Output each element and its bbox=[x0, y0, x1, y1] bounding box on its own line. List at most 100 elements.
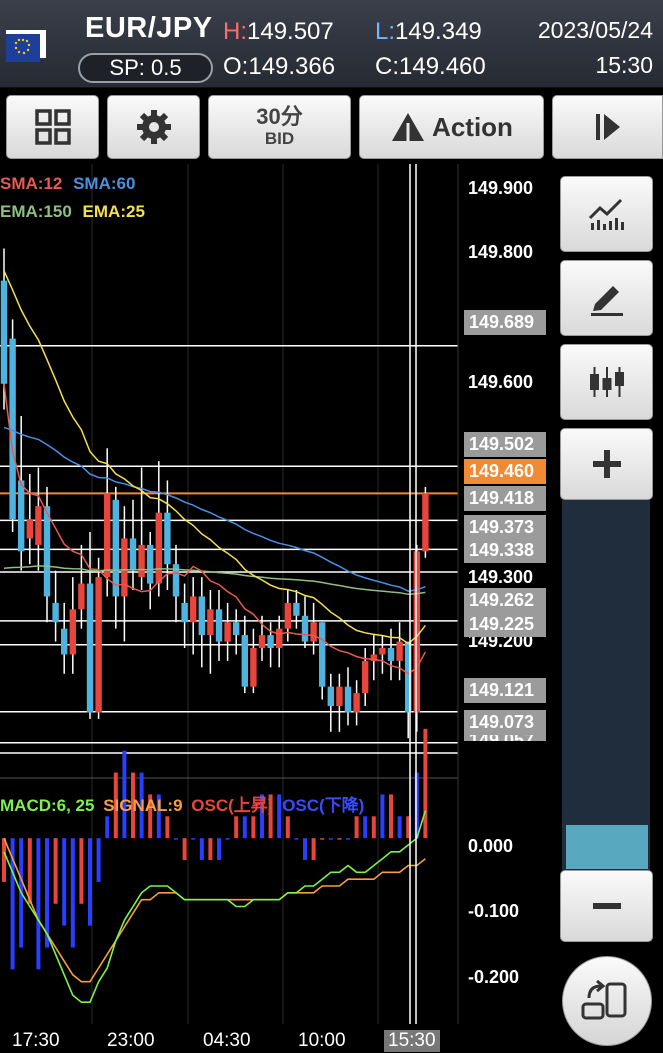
candle-body bbox=[327, 686, 334, 706]
candle-body bbox=[250, 648, 257, 687]
macd-osc-bar bbox=[62, 838, 67, 926]
macd-osc-bar bbox=[346, 838, 350, 840]
quote-header: EUR/JPY SP: 0.5 H:149.507 O:149.366 L:14… bbox=[0, 0, 663, 88]
price-line-tag[interactable]: 149.689 bbox=[464, 310, 546, 335]
close-price: C:149.460 bbox=[375, 53, 486, 81]
open-price: O:149.366 bbox=[223, 53, 335, 81]
line-chart-icon bbox=[588, 198, 624, 230]
current-price-tag: 149.460 bbox=[464, 459, 546, 484]
candle-body bbox=[0, 280, 8, 384]
gear-icon bbox=[136, 110, 171, 144]
macd-osc-bar bbox=[79, 838, 84, 904]
candle-body bbox=[112, 499, 119, 597]
ema150-line bbox=[3, 565, 426, 596]
macd-osc-bar bbox=[354, 816, 359, 839]
rotate-icon bbox=[581, 979, 627, 1020]
candle-body bbox=[344, 686, 352, 713]
candle-body bbox=[138, 544, 145, 578]
action-button[interactable]: Action bbox=[359, 95, 544, 159]
macd-line bbox=[3, 810, 427, 1003]
macd-osc-bar bbox=[389, 794, 393, 839]
macd-osc-bar bbox=[96, 838, 101, 882]
macd-osc-bar bbox=[423, 728, 428, 839]
candle-body bbox=[198, 596, 205, 636]
layout-button[interactable] bbox=[6, 95, 99, 159]
ma-legend-2: EMA:150 EMA:25 bbox=[0, 202, 145, 222]
high-value: 149.507 bbox=[247, 18, 334, 45]
candle-body bbox=[181, 602, 188, 623]
candle-body bbox=[301, 615, 309, 642]
price-line-tag[interactable]: 149.262 bbox=[464, 588, 546, 613]
candle-body bbox=[379, 648, 386, 655]
currency-pair-title[interactable]: EUR/JPY bbox=[85, 12, 213, 45]
candle-body bbox=[353, 693, 360, 713]
macd-osc-bar bbox=[2, 838, 6, 882]
time-axis-label: 04:30 bbox=[203, 1030, 251, 1051]
candle-body bbox=[276, 628, 283, 648]
price-line-tag[interactable]: 149.418 bbox=[464, 486, 546, 511]
candle-body bbox=[43, 506, 51, 597]
legend-macd: MACD:6, 25 bbox=[0, 796, 95, 815]
sma60-line bbox=[3, 426, 426, 592]
candle-body bbox=[422, 493, 429, 552]
price-axis-label: 149.800 bbox=[468, 242, 534, 262]
play-button[interactable] bbox=[552, 95, 663, 159]
chart-toolbar: 30分 BID Action bbox=[0, 88, 663, 164]
price-line-tag[interactable]: 149.225 bbox=[464, 612, 546, 637]
candle-body bbox=[258, 635, 266, 648]
macd-osc-bar bbox=[234, 816, 239, 839]
candle-body bbox=[267, 635, 274, 648]
candle-body bbox=[362, 660, 369, 694]
zoom-out-button[interactable] bbox=[560, 870, 653, 942]
macd-osc-bar bbox=[165, 816, 170, 839]
macd-osc-bar bbox=[311, 838, 316, 861]
quote-date: 2023/05/24 bbox=[537, 17, 653, 43]
zoom-slider-track[interactable] bbox=[562, 500, 650, 870]
candle-body bbox=[293, 602, 300, 616]
candle-body bbox=[26, 519, 33, 539]
timeframe-label: 30分 bbox=[256, 104, 303, 129]
macd-osc-bar bbox=[191, 838, 196, 840]
rotate-screen-button[interactable] bbox=[562, 956, 652, 1046]
candle-body bbox=[52, 602, 59, 623]
price-line-tag[interactable]: 149.073 bbox=[464, 710, 546, 735]
legend-osc-down: OSC(下降) bbox=[282, 796, 365, 815]
price-line-tag[interactable]: 149.121 bbox=[464, 678, 546, 703]
macd-osc-bar bbox=[53, 838, 58, 904]
plus-icon bbox=[592, 450, 621, 478]
candle-body bbox=[233, 622, 240, 636]
candle-body bbox=[18, 480, 25, 552]
quote-time: 15:30 bbox=[595, 52, 653, 78]
price-line-tag[interactable]: 149.502 bbox=[464, 432, 546, 457]
macd-osc-bar bbox=[217, 838, 221, 861]
price-line-tag[interactable]: 149.338 bbox=[464, 538, 546, 563]
macd-osc-bar bbox=[294, 838, 299, 840]
candle-type-button[interactable] bbox=[560, 344, 653, 420]
timeframe-button[interactable]: 30分 BID bbox=[208, 95, 351, 159]
macd-axis-label: 0.000 bbox=[468, 836, 514, 856]
candle-body bbox=[190, 596, 197, 623]
macd-osc-bar bbox=[380, 794, 385, 839]
draw-tool-button[interactable] bbox=[560, 260, 653, 336]
play-step-icon bbox=[595, 114, 620, 140]
candle-body bbox=[224, 622, 231, 642]
legend-ema25: EMA:25 bbox=[82, 202, 145, 221]
candle-body bbox=[396, 641, 403, 661]
time-axis-label: 23:00 bbox=[107, 1030, 155, 1051]
settings-button[interactable] bbox=[107, 95, 200, 159]
price-line-tag[interactable]: 149.373 bbox=[464, 515, 546, 540]
warning-triangle-icon bbox=[392, 113, 425, 141]
price-type-label: BID bbox=[264, 129, 295, 148]
zoom-slider-thumb[interactable] bbox=[566, 825, 648, 869]
side-panel bbox=[552, 164, 663, 1053]
candle-body bbox=[310, 622, 317, 642]
macd-osc-bar bbox=[242, 816, 247, 839]
indicator-button[interactable] bbox=[560, 176, 653, 252]
chart-area[interactable]: SMA:12 SMA:60 EMA:150 EMA:25 MACD:6, 25 … bbox=[0, 164, 550, 1053]
zoom-in-button[interactable] bbox=[560, 428, 653, 500]
macd-osc-bar bbox=[199, 838, 204, 861]
low-key: L: bbox=[375, 18, 396, 45]
candle-body bbox=[155, 512, 162, 584]
macd-axis-label: -0.100 bbox=[468, 901, 520, 921]
macd-osc-bar bbox=[251, 816, 256, 839]
